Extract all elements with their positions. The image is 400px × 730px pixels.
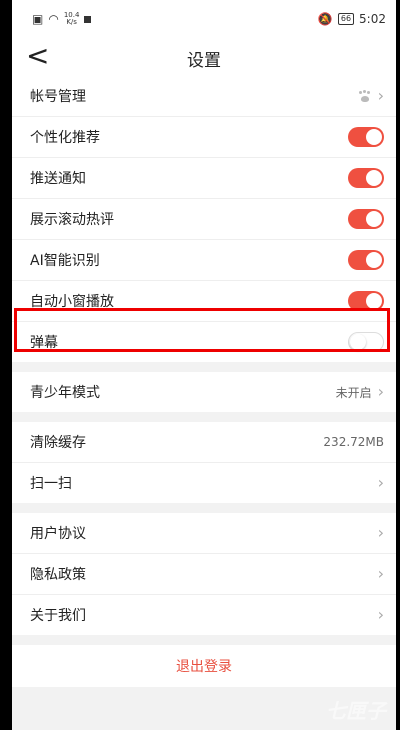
- logout-button[interactable]: 退出登录: [12, 645, 396, 687]
- toggle-push[interactable]: [348, 168, 384, 188]
- wifi-icon: ◠: [48, 12, 59, 26]
- row-push: 推送通知: [12, 158, 396, 199]
- row-label: 清除缓存: [30, 435, 86, 451]
- row-personalized: 个性化推荐: [12, 117, 396, 158]
- chevron-right-icon: ›: [377, 473, 384, 492]
- row-value: 未开启: [335, 385, 372, 400]
- notification-icon: [84, 15, 92, 23]
- row-scan[interactable]: 扫一扫 ›: [12, 463, 396, 503]
- row-ai: AI智能识别: [12, 240, 396, 281]
- chevron-right-icon: ›: [377, 605, 384, 624]
- row-user-agreement[interactable]: 用户协议 ›: [12, 513, 396, 554]
- paw-icon: [358, 90, 372, 102]
- divider: [12, 635, 396, 645]
- row-label: 个性化推荐: [30, 130, 100, 146]
- settings-group-cache: 清除缓存 232.72MB 扫一扫 ›: [12, 422, 396, 503]
- settings-group-about: 用户协议 › 隐私政策 › 关于我们 ›: [12, 513, 396, 635]
- row-label: 弹幕: [30, 335, 58, 351]
- toggle-ai[interactable]: [348, 250, 384, 270]
- chevron-right-icon: ›: [377, 564, 384, 583]
- network-speed: 10.4 K/s: [63, 11, 80, 26]
- row-label: 青少年模式: [30, 385, 100, 401]
- row-mini-window: 自动小窗播放: [12, 281, 396, 322]
- settings-group-main: 帐号管理 › 个性化推荐 推送通知 展示滚动热评 AI智能识别 自动小窗播放 弹…: [12, 76, 396, 362]
- mute-icon: 🔕: [317, 12, 333, 26]
- divider: [12, 412, 396, 422]
- clock: 5:02: [359, 12, 386, 26]
- watermark: 七匣子: [326, 699, 386, 723]
- row-label: 关于我们: [30, 608, 86, 624]
- chevron-right-icon: ›: [377, 523, 384, 542]
- row-label: 帐号管理: [30, 89, 86, 105]
- page-title: 设置: [187, 51, 221, 71]
- chevron-right-icon: ›: [377, 86, 384, 105]
- phone-screen: ▣ ◠ 10.4 K/s 🔕 66 5:02 < 设置 帐号管理 › 个性化推荐…: [12, 0, 396, 730]
- status-bar: ▣ ◠ 10.4 K/s 🔕 66 5:02: [12, 0, 396, 38]
- row-label: 自动小窗播放: [30, 294, 114, 310]
- toggle-personalized[interactable]: [348, 127, 384, 147]
- divider: [12, 503, 396, 513]
- sim-icon: ▣: [32, 12, 44, 26]
- settings-group-teen: 青少年模式 未开启 ›: [12, 372, 396, 412]
- cache-size: 232.72MB: [323, 435, 384, 449]
- row-teen-mode[interactable]: 青少年模式 未开启 ›: [12, 372, 396, 412]
- row-about-us[interactable]: 关于我们 ›: [12, 595, 396, 635]
- toggle-danmaku[interactable]: [348, 332, 384, 352]
- divider: [12, 362, 396, 372]
- row-privacy-policy[interactable]: 隐私政策 ›: [12, 554, 396, 595]
- row-label: 隐私政策: [30, 567, 86, 583]
- row-account[interactable]: 帐号管理 ›: [12, 76, 396, 117]
- header: < 设置: [12, 38, 396, 76]
- row-label: 用户协议: [30, 526, 86, 542]
- row-label: 扫一扫: [30, 476, 72, 492]
- row-label: AI智能识别: [30, 253, 100, 269]
- row-hot-comments: 展示滚动热评: [12, 199, 396, 240]
- row-label: 推送通知: [30, 171, 86, 187]
- row-clear-cache[interactable]: 清除缓存 232.72MB: [12, 422, 396, 463]
- row-danmaku: 弹幕: [12, 322, 396, 362]
- toggle-mini-window[interactable]: [348, 291, 384, 311]
- toggle-hot-comments[interactable]: [348, 209, 384, 229]
- chevron-right-icon: ›: [377, 382, 384, 401]
- row-label: 展示滚动热评: [30, 212, 114, 228]
- battery-icon: 66: [337, 13, 355, 25]
